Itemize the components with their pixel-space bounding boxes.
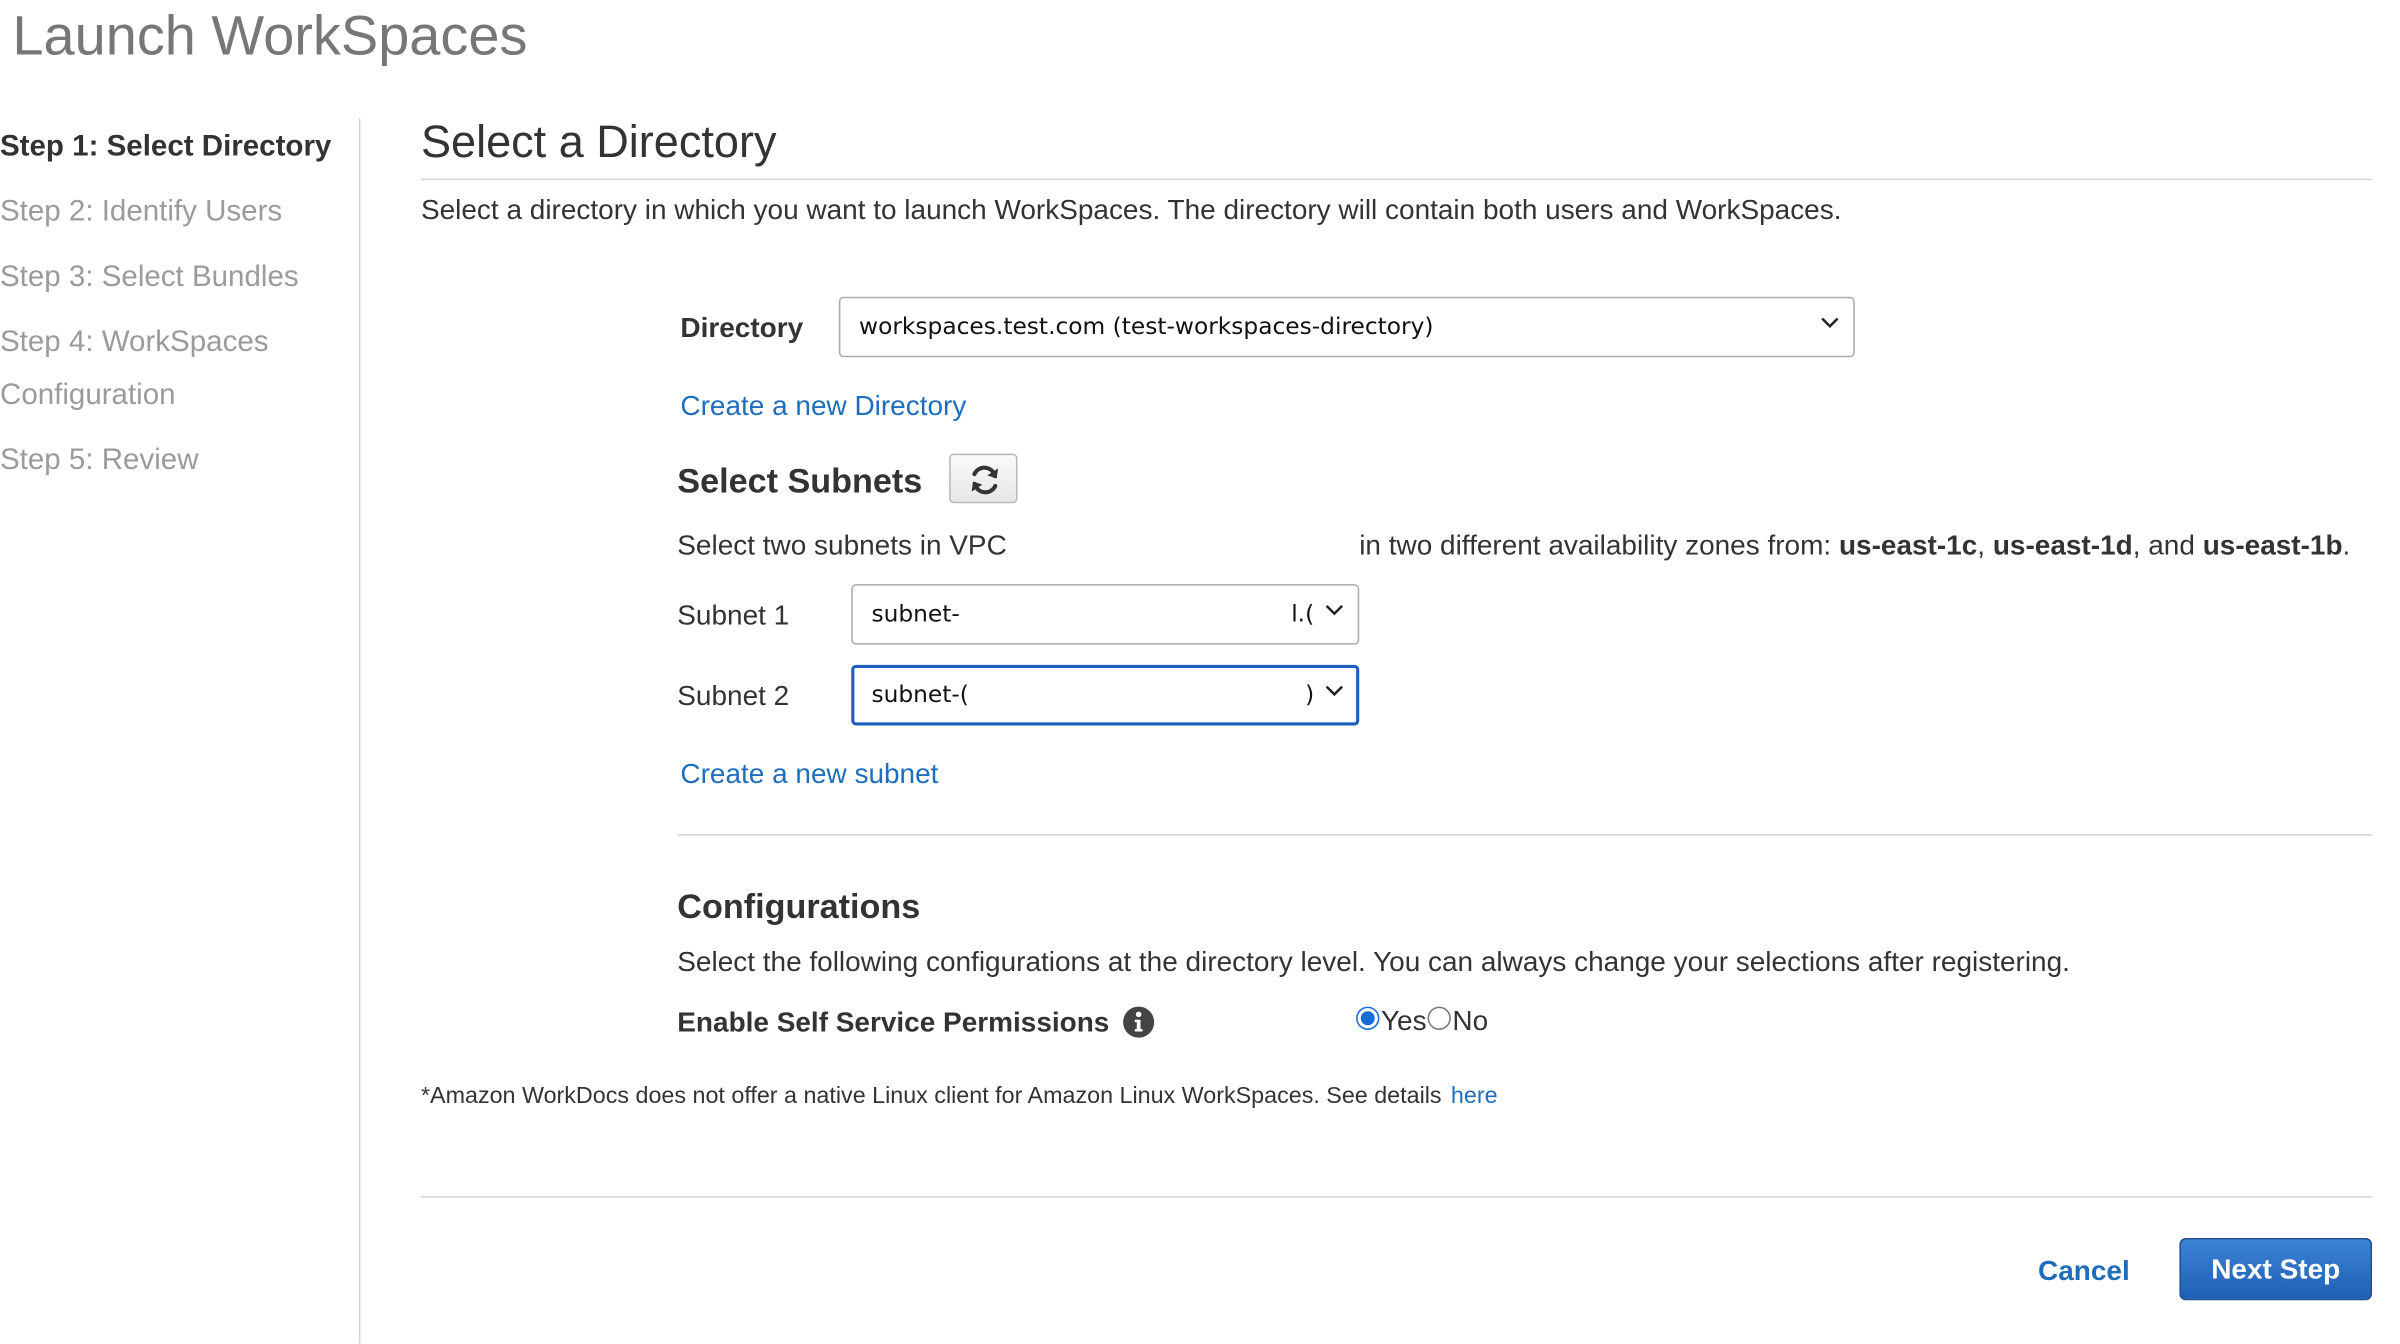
next-step-button[interactable]: Next Step (2179, 1238, 2373, 1301)
self-service-yes-label[interactable]: Yes (1381, 1005, 1427, 1038)
availability-zones-text: in two different availability zones from… (1359, 530, 2350, 563)
subnet-1-label: Subnet 1 (677, 599, 790, 631)
configurations-heading: Configurations (677, 886, 921, 926)
step-review[interactable]: Step 5: Review (0, 435, 199, 488)
chevron-down-icon (1325, 604, 1344, 616)
create-subnet-link[interactable]: Create a new subnet (680, 758, 938, 791)
configurations-description: Select the following configurations at t… (677, 946, 2070, 978)
zone-3: us-east-1b (2202, 529, 2343, 561)
step-label-line1: Step 4: WorkSpaces (0, 326, 269, 359)
subnet-1-select[interactable]: subnet- l.( (851, 584, 1360, 645)
refresh-subnets-button[interactable] (949, 453, 1018, 504)
footnote-text: *Amazon WorkDocs does not offer a native… (420, 1082, 1442, 1110)
subnet-2-value-tail: ) (1305, 680, 1315, 709)
divider (677, 834, 2373, 836)
subnet-2-label: Subnet 2 (677, 680, 790, 712)
step-select-directory[interactable]: Step 1: Select Directory (0, 121, 331, 174)
section-title: Select a Directory (420, 118, 777, 168)
page-title: Launch WorkSpaces (12, 3, 528, 67)
footnote-here-link[interactable]: here (1451, 1083, 1498, 1109)
section-description: Select a directory in which you want to … (420, 194, 1842, 226)
self-service-yes-radio[interactable] (1356, 1006, 1380, 1030)
step-select-bundles[interactable]: Step 3: Select Bundles (0, 252, 299, 305)
self-service-label: Enable Self Service Permissions (677, 1006, 1110, 1038)
zone-separator: , (1977, 529, 1993, 561)
info-icon[interactable] (1122, 1005, 1156, 1039)
divider (420, 1196, 2373, 1198)
subnet-2-value: subnet-( (871, 680, 969, 709)
create-directory-link[interactable]: Create a new Directory (680, 390, 966, 423)
zone-2: us-east-1d (1992, 529, 2133, 561)
zones-intro: in two different availability zones from… (1359, 529, 1832, 561)
divider (420, 178, 2373, 181)
refresh-icon (971, 465, 999, 495)
wizard-steps: Step 1: Select Directory Step 2: Identif… (0, 118, 361, 1344)
step-identify-users[interactable]: Step 2: Identify Users (0, 186, 282, 239)
subnet-1-value-tail: l.( (1291, 599, 1315, 628)
cancel-button[interactable]: Cancel (2038, 1255, 2130, 1288)
directory-select-value: workspaces.test.com (test-workspaces-dir… (859, 312, 1434, 341)
directory-label: Directory (680, 312, 804, 344)
zone-and: , and (2132, 529, 2195, 561)
select-subnets-heading: Select Subnets (677, 461, 923, 501)
page: Launch WorkSpaces Step 1: Select Directo… (0, 0, 2400, 1344)
chevron-down-icon (1821, 317, 1839, 328)
zone-1: us-east-1c (1838, 529, 1978, 561)
self-service-no-radio[interactable] (1427, 1006, 1451, 1030)
footnote: *Amazon WorkDocs does not offer a native… (421, 1083, 1498, 1109)
step-label-line2: Configuration (0, 379, 176, 412)
self-service-no-label[interactable]: No (1452, 1005, 1488, 1038)
chevron-down-icon (1325, 685, 1344, 697)
subnet-2-select[interactable]: subnet-( ) (851, 664, 1360, 726)
subnet-1-value: subnet- (871, 599, 960, 628)
vpc-text-start: Select two subnets in VPC (677, 529, 1007, 561)
zone-period: . (2342, 529, 2351, 561)
directory-select[interactable]: workspaces.test.com (test-workspaces-dir… (838, 296, 1855, 358)
